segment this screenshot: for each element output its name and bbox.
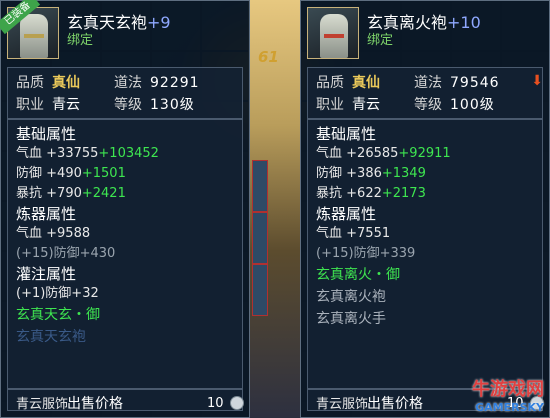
set-item: 玄真离火手 (316, 311, 386, 327)
attr-name: 防御 (316, 166, 343, 181)
stat-row-job: 职业 青云 等级 130级 (16, 94, 234, 116)
item-header: 玄真离火袍+10 绑定 (301, 1, 549, 67)
watermark-sub: GAMERSKY (475, 401, 544, 414)
attr-row: 防御 +386+1349 (316, 164, 534, 184)
job-value: 青云 (52, 97, 80, 113)
level-label: 等级 (414, 97, 442, 113)
attr-bonus: +1349 (381, 166, 426, 181)
quality-label: 品质 (316, 75, 344, 91)
inventory-slot[interactable] (252, 160, 268, 212)
base-attr-title: 基础属性 (16, 125, 77, 143)
enhance-level: +10 (447, 13, 481, 32)
dao-label: 道法 (114, 75, 142, 91)
sell-price: 出售价格 10 (1, 389, 249, 417)
attr-name: 气血 (16, 146, 43, 161)
attr-base: +26585 (346, 146, 399, 161)
refine-attr: 气血 +9588 (16, 226, 91, 241)
equipped-item-tooltip: 已装备 玄真天玄袍+9 绑定 品质 真仙 道法 92291 职业 青云 等级 1… (0, 0, 250, 418)
attr-row: 暴抗 +622+2173 (316, 184, 534, 204)
refine-attr-inactive: (+15)防御+339 (316, 246, 416, 261)
attributes-box: 基础属性 气血 +26585+92911 防御 +386+1349 暴抗 +62… (307, 119, 543, 389)
price-label: 出售价格 (367, 396, 423, 412)
refine-attr-title: 炼器属性 (316, 205, 377, 223)
attr-bonus: +1501 (81, 166, 126, 181)
attr-bonus: +2421 (81, 186, 126, 201)
level-value: 100级 (450, 97, 495, 113)
stats-box: 品质 真仙 道法 92291 职业 青云 等级 130级 (7, 67, 243, 119)
attributes-box: 基础属性 气血 +33755+103452 防御 +490+1501 暴抗 +7… (7, 119, 243, 389)
set-name: 玄真离火・御 (316, 267, 400, 283)
attr-row: 气血 +33755+103452 (16, 144, 234, 164)
attr-base: +33755 (46, 146, 99, 161)
stat-row-quality: 品质 真仙 道法 92291 (16, 72, 234, 94)
stat-row-job: 职业 青云 等级 100级 (316, 94, 534, 116)
item-icon[interactable] (307, 7, 359, 59)
attr-name: 防御 (16, 166, 43, 181)
job-value: 青云 (352, 97, 380, 113)
bound-status: 绑定 (67, 33, 94, 48)
level-value: 130级 (150, 97, 195, 113)
attr-row: 防御 +490+1501 (16, 164, 234, 184)
attr-name: 气血 (316, 146, 343, 161)
attr-name: 暴抗 (16, 186, 43, 201)
attr-base: +386 (346, 166, 382, 181)
inventory-slot[interactable] (252, 212, 268, 264)
job-label: 职业 (16, 97, 44, 113)
enhance-level: +9 (147, 13, 171, 32)
attr-base: +622 (346, 186, 382, 201)
refine-attr-inactive: (+15)防御+430 (16, 246, 116, 261)
stat-row-quality: 品质 真仙 道法 79546 (316, 72, 534, 94)
watermark-text: 牛游戏网 (472, 379, 544, 400)
set-item: 玄真离火袍 (316, 289, 386, 305)
quality-value: 真仙 (52, 75, 80, 91)
base-attr-title: 基础属性 (316, 125, 377, 143)
dao-label: 道法 (414, 75, 442, 91)
level-label: 等级 (114, 97, 142, 113)
attr-row: 气血 +26585+92911 (316, 144, 534, 164)
compare-item-tooltip: 玄真离火袍+10 绑定 ⬇ 品质 真仙 道法 79546 职业 青云 等级 10… (300, 0, 550, 418)
robe-trim (24, 34, 44, 38)
stats-box: 品质 真仙 道法 79546 职业 青云 等级 100级 (307, 67, 543, 119)
attr-base: +490 (46, 166, 82, 181)
dao-value: 79546 (450, 75, 500, 91)
price-value: 10 (207, 395, 224, 411)
set-item: 玄真天玄袍 (16, 329, 86, 345)
inventory-slot[interactable] (252, 264, 268, 316)
set-name: 玄真天玄・御 (16, 307, 100, 323)
price-label: 出售价格 (67, 396, 123, 412)
attr-row: 暴抗 +790+2421 (16, 184, 234, 204)
item-header: 已装备 玄真天玄袍+9 绑定 (0, 0, 249, 67)
silver-coin-icon (229, 396, 244, 410)
attr-base: +790 (46, 186, 82, 201)
attr-bonus: +92911 (398, 146, 451, 161)
robe-trim (324, 34, 344, 38)
center-number: 61 (258, 48, 279, 66)
job-label: 职业 (316, 97, 344, 113)
refine-attr-title: 炼器属性 (16, 205, 77, 223)
quality-label: 品质 (16, 75, 44, 91)
infuse-attr-title: 灌注属性 (16, 265, 77, 283)
attr-bonus: +2173 (381, 186, 426, 201)
refine-attr: 气血 +7551 (316, 226, 391, 241)
dao-value: 92291 (150, 75, 200, 91)
attr-bonus: +103452 (98, 146, 159, 161)
infuse-attr: (+1)防御+32 (16, 286, 99, 301)
attr-name: 暴抗 (316, 186, 343, 201)
arrow-down-icon: ⬇ (531, 73, 543, 89)
site-watermark: 牛游戏网 GAMERSKY (472, 375, 544, 414)
bound-status: 绑定 (367, 33, 394, 48)
quality-value: 真仙 (352, 75, 380, 91)
